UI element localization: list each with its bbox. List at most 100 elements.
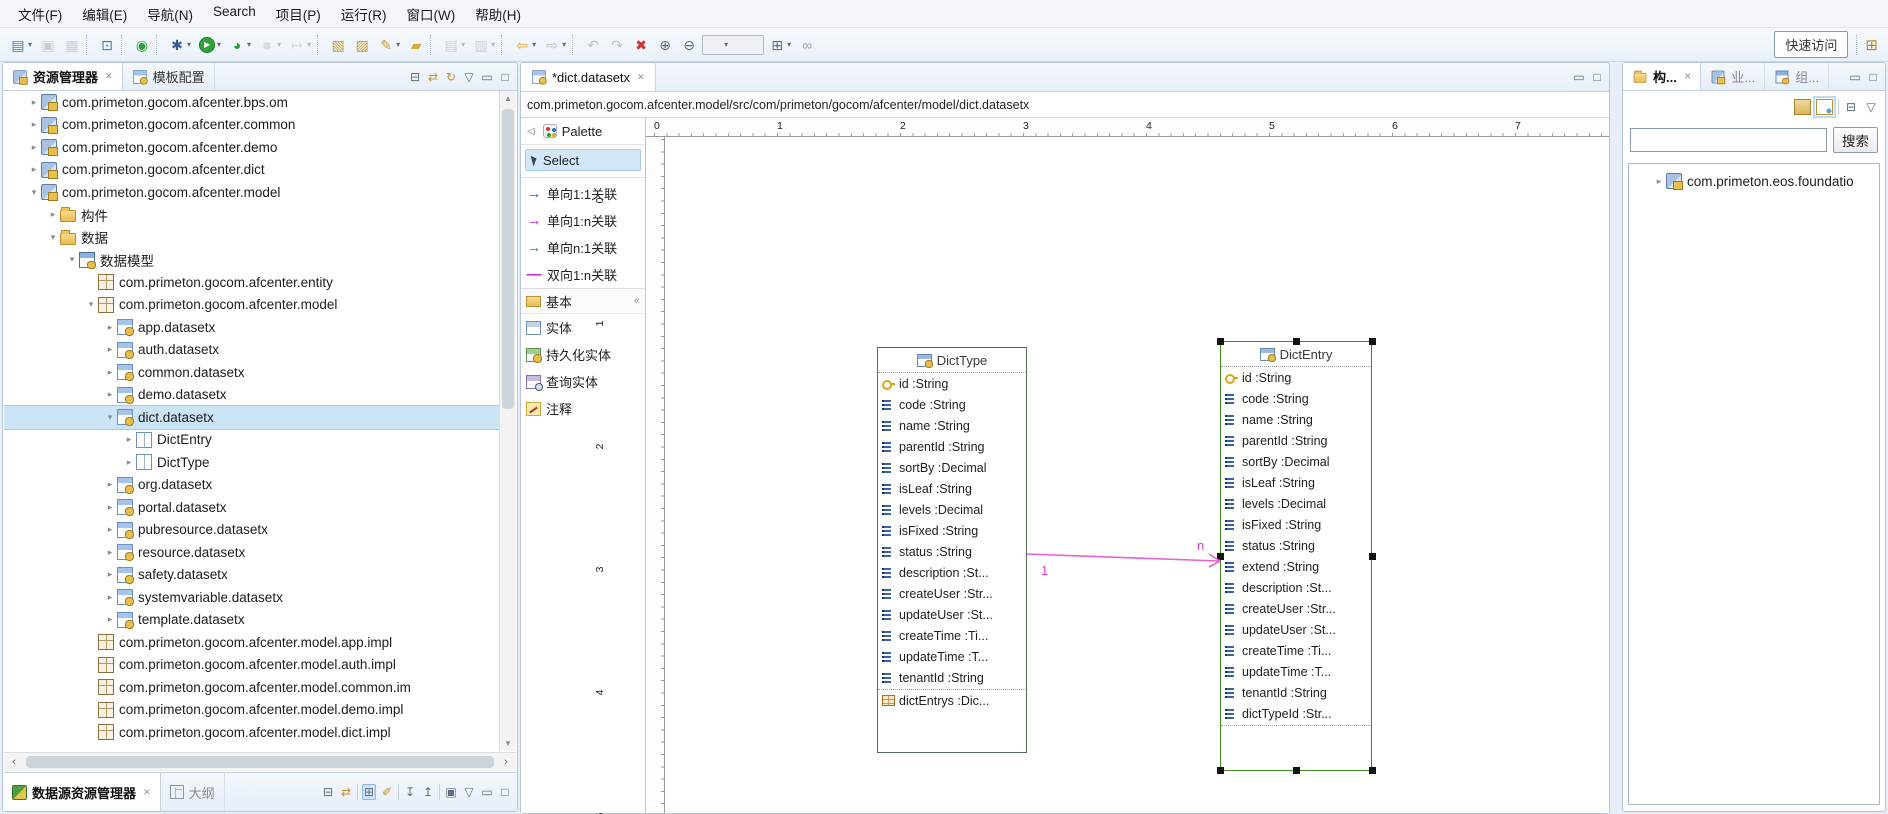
save-all-button[interactable]: ▦ (61, 33, 83, 57)
minimize-icon[interactable]: ▭ (1572, 70, 1586, 84)
view-menu-icon[interactable]: ▽ (1864, 100, 1878, 114)
back-button[interactable]: ⇦ (511, 33, 539, 57)
terminate-button[interactable]: ■ (256, 33, 284, 57)
tree-item[interactable]: com.primeton.gocom.afcenter.dict (4, 159, 516, 182)
entity-dictentry[interactable]: DictEntry id :String code :String (1220, 341, 1372, 771)
expander-icon[interactable] (27, 119, 41, 130)
tree-item[interactable]: safety.datasetx (4, 564, 516, 587)
tree-item[interactable]: org.datasetx (4, 474, 516, 497)
expander-icon[interactable] (103, 389, 117, 400)
tree-item[interactable]: auth.datasetx (4, 339, 516, 362)
scroll-down-icon[interactable]: ▼ (500, 739, 516, 748)
entity-field[interactable]: code :String (1221, 388, 1371, 409)
generate-button[interactable]: ✎ (375, 33, 403, 57)
entity-dicttype[interactable]: DictType id :String code :String (877, 347, 1027, 753)
selection-handle[interactable] (1217, 553, 1224, 560)
minimize-icon[interactable]: ▭ (480, 70, 494, 84)
tree-item[interactable]: com.primeton.gocom.afcenter.model.app.im… (4, 631, 516, 654)
entity-field[interactable]: updateUser :St... (878, 604, 1026, 625)
selection-handle[interactable] (1293, 767, 1300, 774)
tree-item[interactable]: portal.datasetx (4, 496, 516, 519)
tree-item[interactable]: com.primeton.gocom.afcenter.model (4, 294, 516, 317)
expander-icon[interactable] (65, 254, 79, 265)
zoom-in-button[interactable]: ⊕ (654, 33, 676, 57)
delete-button[interactable]: ✖ (630, 33, 652, 57)
profile-button[interactable]: ◕ (226, 33, 254, 57)
menu-item[interactable]: Search (203, 0, 266, 28)
tab-business[interactable]: 业... (1701, 63, 1765, 90)
menu-item[interactable]: 编辑(E) (72, 0, 137, 28)
palette-relation-tool[interactable]: → 单向1:n关联 (521, 207, 645, 234)
palette-relation-tool[interactable]: → 单向n:1关联 (521, 234, 645, 261)
tree-mode-icon[interactable]: ⊞ (362, 784, 376, 800)
tree-item[interactable]: 数据 (4, 226, 516, 249)
close-icon[interactable]: ✕ (637, 72, 645, 83)
redo-button[interactable]: ↷ (606, 33, 628, 57)
entity-field[interactable]: status :String (1221, 535, 1371, 556)
tree-item[interactable]: systemvariable.datasetx (4, 586, 516, 609)
import-datasource-icon[interactable]: ↧ (403, 785, 417, 799)
palette-basic-tool[interactable]: 注释 (521, 395, 645, 422)
tree-item[interactable]: com.primeton.gocom.afcenter.bps.om (4, 91, 516, 114)
tab-outline[interactable]: 大纲 (161, 773, 225, 811)
view-menu-icon[interactable]: ▽ (462, 785, 476, 799)
tree-item[interactable]: DictType (4, 451, 516, 474)
remote-console-button[interactable]: ⊡ (96, 33, 118, 57)
entity-field[interactable]: updateUser :St... (1221, 619, 1371, 640)
select-linked-icon[interactable]: ✐ (380, 785, 394, 799)
next-annotation-button[interactable]: ▥ (470, 33, 498, 57)
tree-item[interactable]: com.primeton.gocom.afcenter.entity (4, 271, 516, 294)
entity-field[interactable]: isFixed :String (878, 520, 1026, 541)
collapse-all-icon[interactable]: ⊟ (408, 70, 422, 84)
expander-icon[interactable] (103, 502, 117, 513)
close-icon[interactable]: ✕ (143, 787, 151, 798)
zoom-out-button[interactable]: ⊖ (678, 33, 700, 57)
entity-field[interactable]: updateTime :T... (878, 646, 1026, 667)
search-input[interactable] (1630, 128, 1827, 152)
search-button[interactable]: 搜索 (1833, 127, 1878, 153)
server-start-button[interactable]: ◉ (131, 33, 153, 57)
entity-field[interactable]: parentId :String (1221, 430, 1371, 451)
palette-basic-tool[interactable]: 查询实体 (521, 368, 645, 395)
collapse-all-icon[interactable]: ⊟ (1844, 100, 1858, 114)
layout-button[interactable]: ⊞ (766, 33, 794, 57)
tree-item[interactable]: app.datasetx (4, 316, 516, 339)
entity-field[interactable]: createTime :Ti... (878, 625, 1026, 646)
new-package-button[interactable]: ▧ (327, 33, 349, 57)
entity-field[interactable]: parentId :String (878, 436, 1026, 457)
expander-icon[interactable] (27, 187, 41, 198)
link-editor-icon[interactable]: ⇄ (426, 70, 440, 84)
tab-resource-explorer[interactable]: 资源管理器 ✕ (3, 63, 123, 90)
scrollbar-thumb[interactable] (26, 756, 494, 768)
entity-field[interactable]: createUser :Str... (878, 583, 1026, 604)
group-by-package-icon[interactable] (1816, 99, 1833, 115)
vertical-scrollbar[interactable]: ▲ ▼ (499, 91, 516, 751)
expander-icon[interactable] (122, 434, 136, 445)
tree-item[interactable]: com.primeton.gocom.afcenter.common (4, 114, 516, 137)
entity-field[interactable]: sortBy :Decimal (878, 457, 1026, 478)
tree-item[interactable]: demo.datasetx (4, 384, 516, 407)
maximize-icon[interactable]: □ (1866, 70, 1880, 84)
tree-item[interactable]: com.primeton.gocom.afcenter.model.dict.i… (4, 721, 516, 744)
sep[interactable] (398, 784, 399, 800)
debug-button[interactable]: ✱ (166, 33, 194, 57)
collapse-all-icon[interactable]: ⊟ (321, 785, 335, 799)
maximize-icon[interactable]: □ (498, 785, 512, 799)
entity-field[interactable]: sortBy :Decimal (1221, 451, 1371, 472)
entity-field[interactable]: code :String (878, 394, 1026, 415)
selection-handle[interactable] (1369, 338, 1376, 345)
sep[interactable] (439, 784, 440, 800)
tree-item[interactable]: DictEntry (4, 429, 516, 452)
palette-basic-tool[interactable]: 持久化实体 (521, 341, 645, 368)
tab-components[interactable]: 构... ✕ (1623, 63, 1701, 90)
diagram-canvas[interactable] (665, 137, 1609, 813)
palette-select-tool[interactable]: Select (525, 149, 641, 171)
scrollbar-thumb[interactable] (502, 109, 514, 409)
menu-item[interactable]: 项目(P) (266, 0, 331, 28)
expander-icon[interactable] (103, 322, 117, 333)
menu-item[interactable]: 运行(R) (331, 0, 397, 28)
close-icon[interactable]: ✕ (105, 71, 113, 82)
close-icon[interactable]: ✕ (1684, 71, 1692, 82)
expander-icon[interactable] (103, 344, 117, 355)
new-button[interactable]: ▤ (7, 33, 35, 57)
